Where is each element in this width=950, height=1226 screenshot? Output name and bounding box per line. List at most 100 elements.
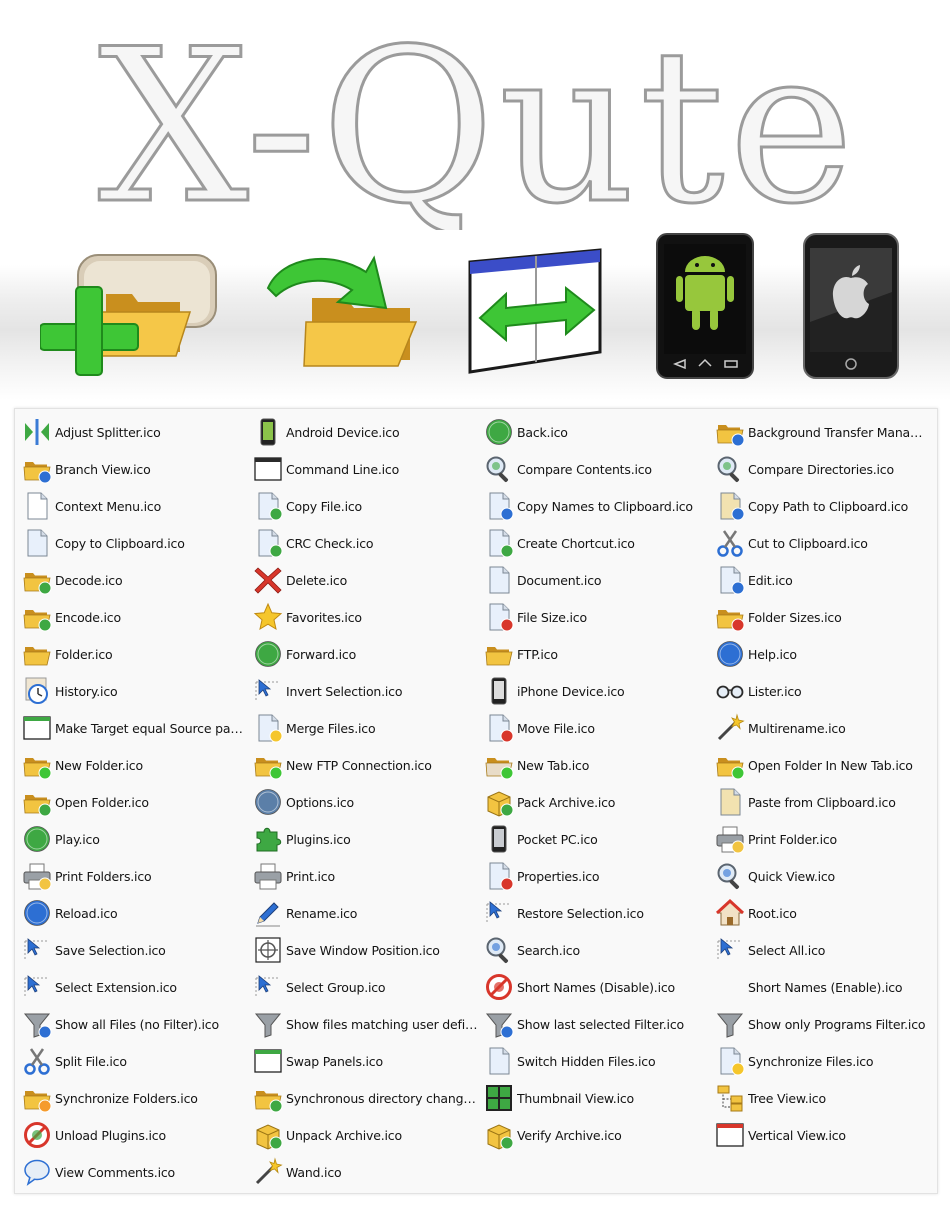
icon-list-item[interactable]: Decode.ico bbox=[22, 565, 250, 595]
icon-list-item[interactable]: Invert Selection.ico bbox=[253, 676, 481, 706]
icon-file-name: Unload Plugins.ico bbox=[55, 1127, 166, 1143]
icon-list-item[interactable]: Options.ico bbox=[253, 787, 481, 817]
icon-list-item[interactable]: Select Extension.ico bbox=[22, 972, 250, 1002]
icon-list-item[interactable]: Compare Contents.ico bbox=[484, 454, 712, 484]
icon-file-name: Forward.ico bbox=[286, 646, 357, 662]
icon-list-item[interactable]: Print.ico bbox=[253, 861, 481, 891]
icon-list-item[interactable]: Synchronous directory change.ico bbox=[253, 1083, 481, 1113]
icon-list-item[interactable]: New Tab.ico bbox=[484, 750, 712, 780]
icon-file-name: New Folder.ico bbox=[55, 757, 143, 773]
icon-list-item[interactable]: Open Folder.ico bbox=[22, 787, 250, 817]
icon-list-item[interactable]: Adjust Splitter.ico bbox=[22, 417, 250, 447]
icon-list-item[interactable]: Show last selected Filter.ico bbox=[484, 1009, 712, 1039]
icon-list-item[interactable]: New FTP Connection.ico bbox=[253, 750, 481, 780]
icon-list-item[interactable]: Unload Plugins.ico bbox=[22, 1120, 250, 1150]
icon-list-item[interactable]: Search.ico bbox=[484, 935, 712, 965]
icon-list-item[interactable]: Android Device.ico bbox=[253, 417, 481, 447]
icon-list-item[interactable]: Forward.ico bbox=[253, 639, 481, 669]
icon-list-item[interactable]: Short Names (Enable).ico bbox=[715, 972, 929, 1002]
icon-list-item[interactable]: Move File.ico bbox=[484, 713, 712, 743]
icon-list-item[interactable]: Short Names (Disable).ico bbox=[484, 972, 712, 1002]
create-shortcut-icon bbox=[489, 529, 514, 558]
icon-list-item[interactable]: Reload.ico bbox=[22, 898, 250, 928]
icon-list-item[interactable]: Favorites.ico bbox=[253, 602, 481, 632]
icon-list-item[interactable]: Quick View.ico bbox=[715, 861, 929, 891]
icon-list-item[interactable]: Create Chortcut.ico bbox=[484, 528, 712, 558]
icon-list-item[interactable]: Select All.ico bbox=[715, 935, 929, 965]
icon-list-item[interactable]: Multirename.ico bbox=[715, 713, 929, 743]
icon-file-name: Lister.ico bbox=[748, 683, 802, 699]
icon-list-item[interactable]: Folder Sizes.ico bbox=[715, 602, 929, 632]
icon-list-item[interactable]: Back.ico bbox=[484, 417, 712, 447]
icon-list-item[interactable]: Pocket PC.ico bbox=[484, 824, 712, 854]
icon-list-item[interactable]: Compare Directories.ico bbox=[715, 454, 929, 484]
icon-list-item[interactable]: Folder.ico bbox=[22, 639, 250, 669]
paste-icon bbox=[720, 788, 741, 816]
icon-list-item[interactable]: Swap Panels.ico bbox=[253, 1046, 481, 1076]
icon-list-item[interactable]: Plugins.ico bbox=[253, 824, 481, 854]
icon-list-item[interactable]: Root.ico bbox=[715, 898, 929, 928]
icon-list-item[interactable]: Print Folders.ico bbox=[22, 861, 250, 891]
icon-list-item[interactable]: New Folder.ico bbox=[22, 750, 250, 780]
icon-list-item[interactable]: Tree View.ico bbox=[715, 1083, 929, 1113]
icon-list-item[interactable]: Copy to Clipboard.ico bbox=[22, 528, 250, 558]
icon-list-item[interactable]: Thumbnail View.ico bbox=[484, 1083, 712, 1113]
icon-list-item[interactable]: Switch Hidden Files.ico bbox=[484, 1046, 712, 1076]
icon-list-item[interactable]: Copy Path to Clipboard.ico bbox=[715, 491, 929, 521]
switch-hidden-files-icon bbox=[489, 1047, 510, 1075]
icon-list-item[interactable]: Print Folder.ico bbox=[715, 824, 929, 854]
icon-list-item[interactable]: Show files matching user defined Filter.… bbox=[253, 1009, 481, 1039]
icon-list-item[interactable]: Copy File.ico bbox=[253, 491, 481, 521]
icon-list-item[interactable]: History.ico bbox=[22, 676, 250, 706]
icon-list-item[interactable]: Restore Selection.ico bbox=[484, 898, 712, 928]
icon-list-item[interactable]: View Comments.ico bbox=[22, 1157, 250, 1187]
icon-file-name: Adjust Splitter.ico bbox=[55, 424, 161, 440]
icon-list-item[interactable]: Show all Files (no Filter).ico bbox=[22, 1009, 250, 1039]
icon-file-name: Switch Hidden Files.ico bbox=[517, 1053, 656, 1069]
icon-list-item[interactable]: Show only Programs Filter.ico bbox=[715, 1009, 929, 1039]
icon-list-item[interactable]: Play.ico bbox=[22, 824, 250, 854]
icon-list-item[interactable]: Merge Files.ico bbox=[253, 713, 481, 743]
icon-file-name: Show all Files (no Filter).ico bbox=[55, 1016, 219, 1032]
icon-list-item[interactable]: FTP.ico bbox=[484, 639, 712, 669]
icon-list-item[interactable]: Pack Archive.ico bbox=[484, 787, 712, 817]
icon-list-item[interactable]: Open Folder In New Tab.ico bbox=[715, 750, 929, 780]
icon-list-item[interactable]: Save Selection.ico bbox=[22, 935, 250, 965]
icon-list-item[interactable]: Edit.ico bbox=[715, 565, 929, 595]
icon-list-item[interactable]: Delete.ico bbox=[253, 565, 481, 595]
icon-list-item[interactable]: Lister.ico bbox=[715, 676, 929, 706]
icon-list-item[interactable]: Synchronize Files.ico bbox=[715, 1046, 929, 1076]
icon-list-item[interactable]: Background Transfer Manager.ico bbox=[715, 417, 929, 447]
icon-file-name: Synchronous directory change.ico bbox=[286, 1090, 481, 1106]
icon-list-item[interactable]: Unpack Archive.ico bbox=[253, 1120, 481, 1150]
icon-list-item[interactable]: Copy Names to Clipboard.ico bbox=[484, 491, 712, 521]
icon-list-item[interactable]: Verify Archive.ico bbox=[484, 1120, 712, 1150]
icon-list-item[interactable]: Split File.ico bbox=[22, 1046, 250, 1076]
file-size-icon bbox=[489, 603, 514, 632]
icon-list-item[interactable]: CRC Check.ico bbox=[253, 528, 481, 558]
icon-list-item[interactable]: Cut to Clipboard.ico bbox=[715, 528, 929, 558]
icon-list-item[interactable]: Synchronize Folders.ico bbox=[22, 1083, 250, 1113]
icon-list-item[interactable]: Paste from Clipboard.ico bbox=[715, 787, 929, 817]
icon-list-item[interactable]: Vertical View.ico bbox=[715, 1120, 929, 1150]
icon-file-name: Unpack Archive.ico bbox=[286, 1127, 402, 1143]
icon-list-item[interactable]: Properties.ico bbox=[484, 861, 712, 891]
icon-list-item[interactable]: Context Menu.ico bbox=[22, 491, 250, 521]
icon-file-name: Wand.ico bbox=[286, 1164, 342, 1180]
icon-list-item[interactable]: Document.ico bbox=[484, 565, 712, 595]
icon-list-item[interactable]: Wand.ico bbox=[253, 1157, 481, 1187]
icon-list-item[interactable]: Help.ico bbox=[715, 639, 929, 669]
icon-list-item[interactable]: Select Group.ico bbox=[253, 972, 481, 1002]
icon-list-item[interactable]: Branch View.ico bbox=[22, 454, 250, 484]
icon-list-item[interactable]: Make Target equal Source panel.ico bbox=[22, 713, 250, 743]
icon-file-name: Show last selected Filter.ico bbox=[517, 1016, 684, 1032]
icon-list-item[interactable]: Command Line.ico bbox=[253, 454, 481, 484]
short-names-disable-icon bbox=[486, 974, 512, 1000]
icon-file-name: Pack Archive.ico bbox=[517, 794, 616, 810]
decode-icon bbox=[23, 573, 52, 595]
icon-list-item[interactable]: Rename.ico bbox=[253, 898, 481, 928]
icon-list-item[interactable]: File Size.ico bbox=[484, 602, 712, 632]
icon-list-item[interactable]: Save Window Position.ico bbox=[253, 935, 481, 965]
icon-list-item[interactable]: Encode.ico bbox=[22, 602, 250, 632]
icon-list-item[interactable]: iPhone Device.ico bbox=[484, 676, 712, 706]
